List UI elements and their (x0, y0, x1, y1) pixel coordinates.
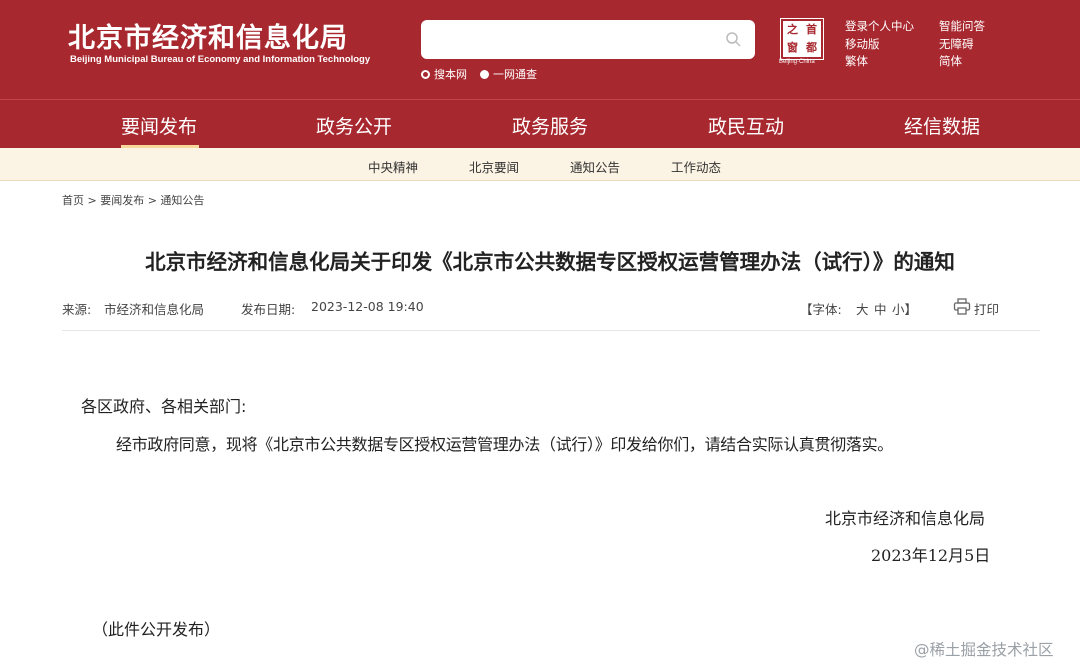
meta-divider (62, 330, 1040, 331)
nav-item-interaction[interactable]: 政民互动 (708, 112, 784, 139)
source-label: 来源: (62, 302, 92, 317)
printer-icon[interactable] (953, 298, 971, 315)
nav-item-news[interactable]: 要闻发布 (121, 112, 197, 139)
radio-selected-icon (421, 69, 430, 79)
radio-icon (480, 69, 489, 79)
capital-window-logo[interactable]: 之 首 窗 都 (780, 18, 824, 60)
login-link[interactable]: 登录个人中心 (845, 18, 914, 34)
subnav-item-central[interactable]: 中央精神 (368, 157, 418, 176)
site-logo-title[interactable]: 北京市经济和信息化局 (68, 16, 348, 55)
article-title: 北京市经济和信息化局关于印发《北京市公共数据专区授权运营管理办法（试行）》的通知 (145, 250, 955, 274)
publish-date-label: 发布日期: (241, 302, 296, 317)
body-paragraph: 经市政府同意，现将《北京市公共数据专区授权运营管理办法（试行）》印发给你们，请结… (116, 435, 894, 454)
seal-char: 首 (806, 23, 817, 36)
accessibility-link[interactable]: 无障碍 (939, 36, 974, 52)
signature: 北京市经济和信息化局 (825, 509, 986, 528)
source-value: 市经济和信息化局 (104, 302, 205, 317)
watermark: @稀土掘金技术社区 (914, 641, 1054, 659)
salutation: 各区政府、各相关部门: (81, 397, 247, 416)
search-scope-all-radio[interactable]: 一网通查 (480, 66, 537, 82)
site-logo-subtitle[interactable]: Beijing Municipal Bureau of Economy and … (70, 54, 370, 65)
subnav-item-beijing-news[interactable]: 北京要闻 (469, 157, 519, 176)
search-scope-all-label: 一网通查 (493, 68, 537, 81)
seal-char: 都 (806, 41, 817, 54)
mobile-link[interactable]: 移动版 (845, 36, 880, 52)
font-size-large-button[interactable]: 大 (856, 299, 869, 318)
search-scope-site-radio[interactable]: 搜本网 (421, 66, 467, 82)
nav-item-data[interactable]: 经信数据 (904, 112, 980, 139)
subnav-item-notices[interactable]: 通知公告 (570, 157, 620, 176)
print-button[interactable]: 打印 (974, 299, 999, 318)
font-size-small-button[interactable]: 小】 (892, 299, 917, 318)
search-scope-site-label: 搜本网 (434, 68, 467, 81)
breadcrumb[interactable]: 首页 > 要闻发布 > 通知公告 (62, 192, 204, 208)
publish-note: （此件公开发布） (92, 620, 221, 639)
seal-char: 之 (787, 23, 798, 36)
seal-char: 窗 (787, 41, 798, 54)
search-icon[interactable] (725, 31, 741, 47)
subnav-item-work-updates[interactable]: 工作动态 (671, 157, 721, 176)
publish-date-value: 2023-12-08 19:40 (311, 299, 424, 314)
simplified-link[interactable]: 简体 (939, 53, 962, 69)
font-size-label: 【字体: (800, 302, 842, 317)
nav-item-open-government[interactable]: 政务公开 (316, 112, 392, 139)
main-nav: 要闻发布 政务公开 政务服务 政民互动 经信数据 (0, 99, 1080, 148)
seal-subtitle: Beijing·China (779, 59, 815, 65)
search-input[interactable] (421, 20, 755, 59)
font-size-medium-button[interactable]: 中 (874, 299, 887, 318)
traditional-link[interactable]: 繁体 (845, 53, 868, 69)
sign-date: 2023年12月5日 (871, 546, 991, 565)
sub-nav: 中央精神 北京要闻 通知公告 工作动态 (0, 148, 1080, 181)
nav-item-services[interactable]: 政务服务 (512, 112, 588, 139)
smart-qa-link[interactable]: 智能问答 (939, 18, 985, 34)
site-header: 北京市经济和信息化局 Beijing Municipal Bureau of E… (0, 0, 1080, 99)
